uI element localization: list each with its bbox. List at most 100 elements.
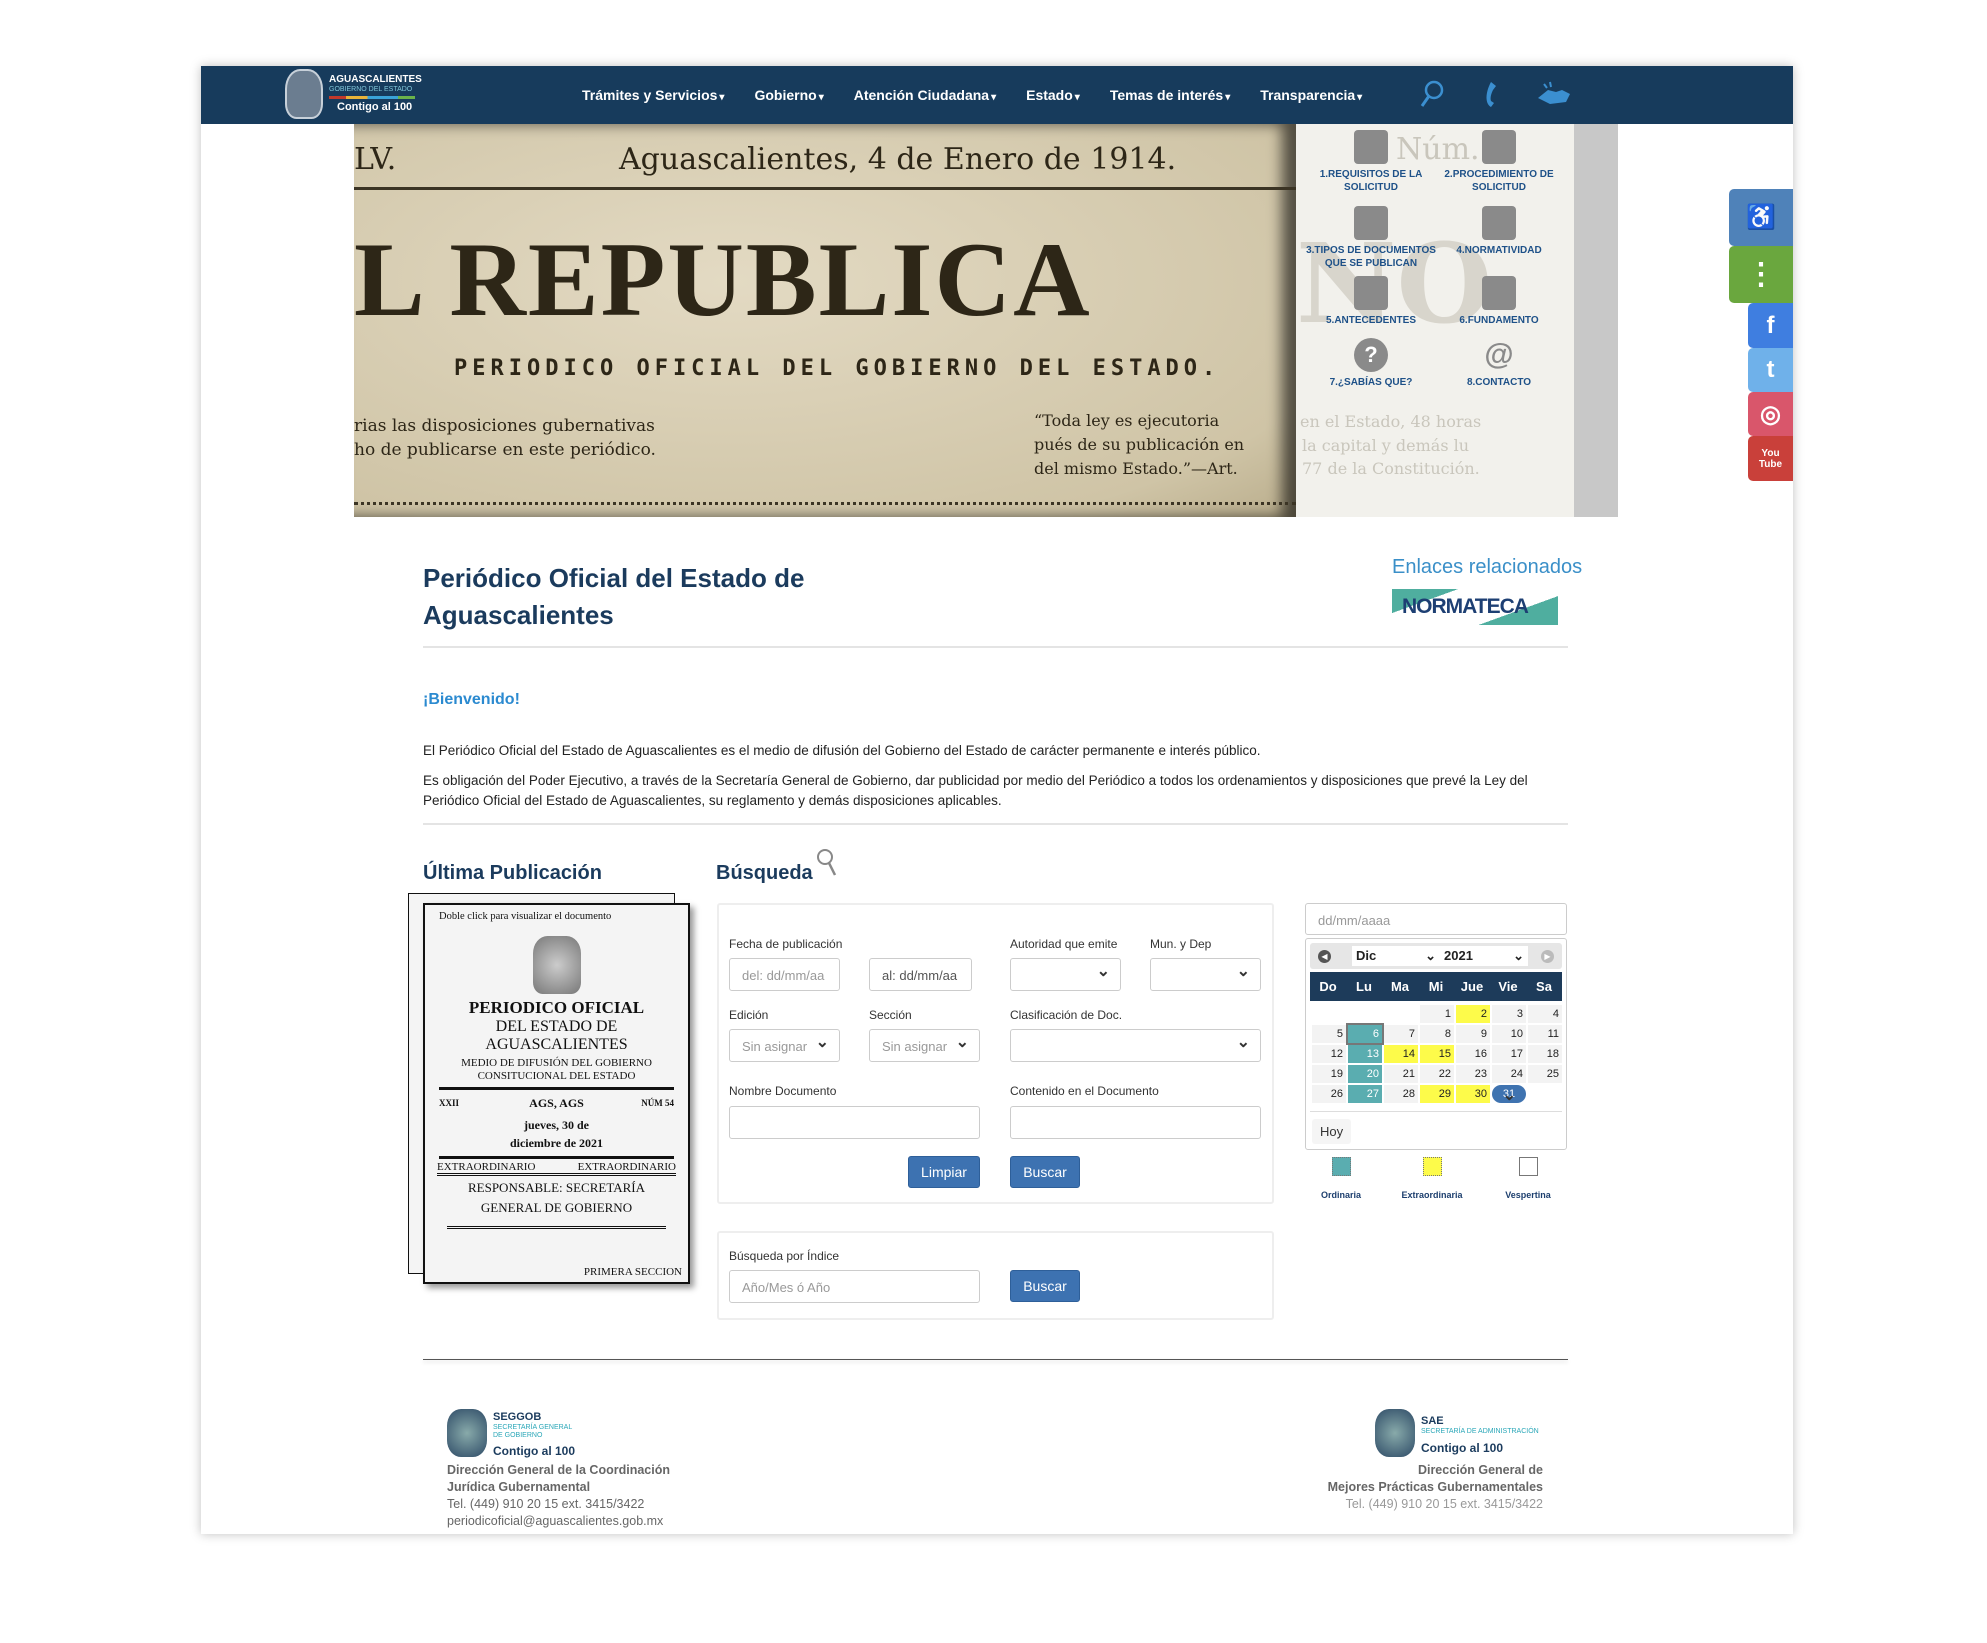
normateca-link[interactable]: NORMATECA <box>1392 589 1558 625</box>
nav-tramites[interactable]: Trámites y Servicios <box>582 87 724 103</box>
procedure-menu-item[interactable]: 4.NORMATIVIDAD <box>1424 206 1574 257</box>
calendar-date-input[interactable]: dd/mm/aaaa <box>1305 903 1567 935</box>
ghost-text: en el Estado, 48 horas <box>1300 412 1482 431</box>
accessibility-icon: ♿ <box>1746 204 1776 231</box>
section-select[interactable]: Sin asignar <box>869 1029 980 1062</box>
latest-publication-cover[interactable]: Doble click para visualizar el documento… <box>423 903 690 1284</box>
calendar-day[interactable]: 8 <box>1420 1025 1454 1043</box>
more-options-button[interactable]: ⋮ <box>1729 246 1793 303</box>
calendar-day[interactable]: 21 <box>1384 1065 1418 1083</box>
procedure-menu-label: 1.REQUISITOS DE LA SOLICITUD <box>1319 169 1423 193</box>
calendar-day[interactable]: 13 <box>1348 1045 1382 1063</box>
index-search-input[interactable]: Año/Mes ó Año <box>729 1270 980 1303</box>
newspaper-right-text: “Toda ley es ejecutoria pués de su public… <box>1034 409 1244 481</box>
calendar-day[interactable]: 10 <box>1492 1025 1526 1043</box>
calendar-day[interactable]: 27 <box>1348 1085 1382 1103</box>
calendar-day[interactable]: 15 <box>1420 1045 1454 1063</box>
calendar-day[interactable]: 23 <box>1456 1065 1490 1083</box>
calendar-day[interactable]: 22 <box>1420 1065 1454 1083</box>
calendar-day[interactable]: 18 <box>1528 1045 1562 1063</box>
authority-select[interactable] <box>1010 958 1121 991</box>
document-name-label: Nombre Documento <box>729 1084 837 1098</box>
weekday-label: Vie <box>1498 979 1518 994</box>
lex-book-icon <box>1354 206 1388 240</box>
weekday-label: Jue <box>1460 979 1484 994</box>
procedure-menu-label: 5.ANTECEDENTES <box>1325 315 1416 326</box>
next-month-icon[interactable]: ▶ <box>1541 950 1554 963</box>
clear-button[interactable]: Limpiar <box>908 1156 980 1188</box>
calendar-day[interactable]: 29 <box>1420 1085 1454 1103</box>
search-icon[interactable] <box>1419 80 1445 108</box>
calendar-day[interactable]: 28 <box>1384 1085 1418 1103</box>
nav-estado[interactable]: Estado <box>1026 87 1080 103</box>
classification-select[interactable] <box>1010 1029 1261 1062</box>
municipality-label: Mun. y Dep <box>1150 937 1212 951</box>
twitter-button[interactable]: t <box>1748 348 1793 392</box>
calendar-day[interactable]: 17 <box>1492 1045 1526 1063</box>
calendar-day[interactable]: 14 <box>1384 1045 1418 1063</box>
nav-gobierno[interactable]: Gobierno <box>754 87 823 103</box>
municipality-select[interactable] <box>1150 958 1261 991</box>
facebook-button[interactable]: f <box>1748 303 1793 348</box>
calendar-day[interactable]: 16 <box>1456 1045 1490 1063</box>
calendar-day[interactable]: 2 <box>1456 1005 1490 1023</box>
document-name-input[interactable] <box>729 1106 980 1139</box>
month-value: Dic <box>1356 948 1377 963</box>
weekday-label: Do <box>1319 979 1337 994</box>
calendar-day[interactable]: 7 <box>1384 1025 1418 1043</box>
calendar-day[interactable]: 6 <box>1346 1023 1384 1045</box>
edition-select[interactable]: Sin asignar <box>729 1029 840 1062</box>
calendar-day[interactable]: 1 <box>1420 1005 1454 1023</box>
newspaper-volume: LV. <box>354 142 397 177</box>
calendar-header: ◀ Dic ⌄ 2021 ⌄ ▶ <box>1310 943 1562 969</box>
calendar-day[interactable]: 31 <box>1492 1085 1526 1105</box>
document-content-input[interactable] <box>1010 1106 1261 1139</box>
year-select[interactable]: 2021 ⌄ <box>1440 946 1528 966</box>
calendar-day[interactable]: 19 <box>1312 1065 1346 1083</box>
footer-left-line: Dirección General de la Coordinación <box>447 1463 670 1477</box>
procedure-menu-item[interactable]: 6.FUNDAMENTO <box>1424 276 1574 327</box>
calendar-day[interactable]: 26 <box>1312 1085 1346 1103</box>
sign-language-icon[interactable] <box>1536 80 1572 108</box>
procedure-menu-item[interactable]: 2.PROCEDIMIENTO DE SOLICITUD <box>1424 130 1574 194</box>
instagram-button[interactable]: ◎ <box>1748 392 1793 436</box>
footer-right-line: Mejores Prácticas Gubernamentales <box>1327 1480 1543 1494</box>
today-button[interactable]: Hoy <box>1312 1119 1352 1144</box>
youtube-button[interactable]: You Tube <box>1748 436 1793 481</box>
prev-month-icon[interactable]: ◀ <box>1318 950 1331 963</box>
calendar-day[interactable]: 5 <box>1312 1025 1346 1043</box>
index-search-button[interactable]: Buscar <box>1010 1270 1080 1302</box>
calendar-day[interactable]: 30 <box>1456 1085 1490 1103</box>
calendar-day[interactable]: 9 <box>1456 1025 1490 1043</box>
nav-transparencia[interactable]: Transparencia <box>1260 87 1362 103</box>
footer-email-link[interactable]: periodicoficial@aguascalientes.gob.mx <box>447 1513 663 1530</box>
newspaper-line: ho de publicarse en este periódico. <box>354 440 656 460</box>
state-seal-icon <box>285 69 323 119</box>
legend-swatch <box>1332 1157 1351 1176</box>
search-button[interactable]: Buscar <box>1010 1156 1080 1188</box>
org-short: SEGGOB <box>493 1411 542 1423</box>
date-to-input[interactable]: al: dd/mm/aa <box>869 958 972 991</box>
month-select[interactable]: Dic ⌄ <box>1352 946 1440 966</box>
calendar-day[interactable]: 3 <box>1492 1005 1526 1023</box>
nav-atencion[interactable]: Atención Ciudadana <box>854 87 996 103</box>
normateca-logo-text: NORMATECA <box>1402 595 1529 618</box>
calendar-day[interactable]: 4 <box>1528 1005 1562 1023</box>
footer-right-phone: Tel. (449) 910 20 15 ext. 3415/3422 <box>1345 1497 1543 1511</box>
calendar-day[interactable]: 20 <box>1348 1065 1382 1083</box>
phone-icon[interactable] <box>1479 80 1499 108</box>
calendar-day[interactable]: 12 <box>1312 1045 1346 1063</box>
latest-publication-heading: Última Publicación <box>423 862 602 884</box>
calendar-day[interactable]: 25 <box>1528 1065 1562 1083</box>
calendar-day[interactable]: 24 <box>1492 1065 1526 1083</box>
authority-label: Autoridad que emite <box>1010 937 1118 951</box>
legend-label: Extraordinaria <box>1401 1190 1463 1200</box>
accessibility-button[interactable]: ♿ <box>1729 189 1793 246</box>
footer-right-line: Dirección General de <box>1417 1463 1543 1477</box>
procedure-menu-item[interactable]: @8.CONTACTO <box>1424 338 1574 389</box>
government-logo[interactable]: AGUASCALIENTES GOBIERNO DEL ESTADO Conti… <box>285 69 435 121</box>
calendar-day[interactable]: 11 <box>1528 1025 1562 1043</box>
nav-temas[interactable]: Temas de interés <box>1110 87 1230 103</box>
date-from-input[interactable]: del: dd/mm/aa <box>729 958 840 991</box>
divider <box>423 823 1568 825</box>
